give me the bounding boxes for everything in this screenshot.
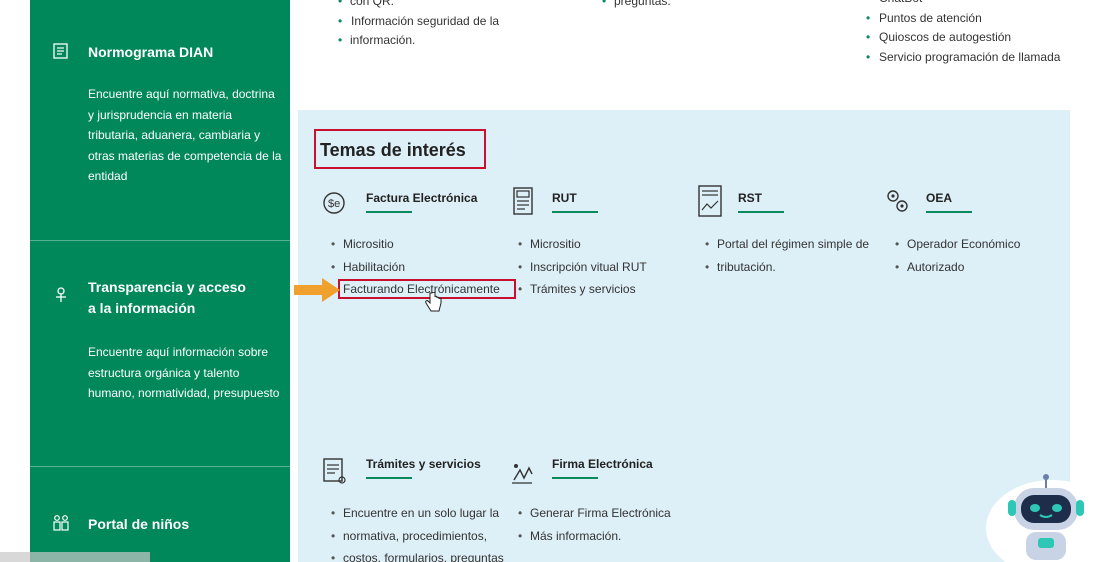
sidebar-divider	[30, 466, 290, 467]
arrow-pointer-icon	[294, 278, 340, 302]
rut-document-icon	[513, 187, 533, 215]
top-list-middle: preguntas.	[602, 0, 671, 12]
topic-underline	[552, 211, 598, 213]
list-item[interactable]: Más información.	[517, 525, 671, 548]
list-item[interactable]: con QR.	[338, 0, 499, 12]
transparencia-title-line1: Transparencia y acceso	[88, 279, 246, 295]
list-item[interactable]: Servicio programación de llamada	[866, 48, 1060, 68]
list-item[interactable]: Generar Firma Electrónica	[517, 502, 671, 525]
list-item[interactable]: Información seguridad de la	[338, 12, 499, 32]
list-item[interactable]: Micrositio	[330, 233, 500, 256]
topic-underline	[926, 211, 972, 213]
list-item[interactable]: Portal del régimen simple de	[704, 233, 869, 256]
topic-underline	[738, 211, 784, 213]
list-item[interactable]: Habilitación	[330, 256, 500, 279]
topic-title[interactable]: Trámites y servicios	[366, 457, 481, 471]
topic-title[interactable]: RST	[738, 191, 762, 205]
list-item[interactable]: Trámites y servicios	[517, 278, 647, 301]
top-list-right: ChatBot Puntos de atención Quioscos de a…	[866, 0, 1060, 67]
sidebar-item-normograma[interactable]: Normograma DIAN	[88, 42, 213, 63]
sidebar-divider	[30, 240, 290, 241]
list-item: costos, formularios, preguntas	[330, 547, 504, 562]
top-list-left: con QR. Información seguridad de la info…	[338, 0, 499, 51]
list-item[interactable]: Inscripción vitual RUT	[517, 256, 647, 279]
sidebar: Normograma DIAN Encuentre aquí normativa…	[30, 0, 290, 562]
svg-text:$e: $e	[328, 198, 340, 210]
sidebar-item-portal-ninos[interactable]: Portal de niños	[88, 514, 189, 535]
invoice-e-icon: $e	[323, 192, 345, 214]
list-item: Autorizado	[894, 256, 1020, 279]
normograma-description: Encuentre aquí normativa, doctrina y jur…	[88, 87, 282, 183]
topic-title[interactable]: OEA	[926, 191, 952, 205]
rst-list: Portal del régimen simple de tributación…	[704, 233, 869, 278]
children-icon	[53, 515, 69, 531]
list-item: normativa, procedimientos,	[330, 525, 504, 548]
topic-underline	[552, 477, 598, 479]
transparencia-description: Encuentre aquí información sobre estruct…	[88, 345, 280, 400]
topic-title[interactable]: RUT	[552, 191, 577, 205]
temas-de-interes-panel: Temas de interés $e Factura Electrónica …	[298, 110, 1070, 562]
list-item: tributación.	[704, 256, 869, 279]
list-item[interactable]: Puntos de atención	[866, 9, 1060, 29]
signature-icon	[512, 464, 533, 484]
transparencia-title-line2: a la información	[88, 300, 196, 316]
tramites-list: Encuentre en un solo lugar la normativa,…	[330, 502, 504, 562]
document-icon	[53, 43, 68, 59]
form-icon	[323, 458, 346, 484]
list-item[interactable]: Operador Económico	[894, 233, 1020, 256]
status-overlay	[0, 552, 150, 562]
list-item[interactable]: ChatBot	[866, 0, 1060, 9]
sidebar-item-transparencia[interactable]: Transparencia y acceso a la información	[88, 277, 246, 319]
list-item[interactable]: Micrositio	[517, 233, 647, 256]
chatbot-robot-icon[interactable]	[984, 468, 1120, 562]
oea-list: Operador Económico Autorizado	[894, 233, 1020, 278]
list-item[interactable]: Quioscos de autogestión	[866, 28, 1060, 48]
firma-list: Generar Firma Electrónica Más informació…	[517, 502, 671, 547]
list-item[interactable]: preguntas.	[602, 0, 671, 12]
gears-icon	[887, 190, 908, 212]
topic-underline	[366, 211, 412, 213]
list-item[interactable]: Encuentre en un solo lugar la	[330, 502, 504, 525]
hand-cursor-icon	[425, 292, 442, 312]
rut-list: Micrositio Inscripción vitual RUT Trámit…	[517, 233, 647, 301]
list-item: información.	[338, 31, 499, 51]
rst-chart-icon	[698, 185, 722, 217]
topic-underline	[366, 477, 412, 479]
topic-title[interactable]: Firma Electrónica	[552, 457, 653, 471]
topic-title[interactable]: Factura Electrónica	[366, 191, 477, 205]
person-tree-icon	[56, 287, 66, 302]
highlight-box-title	[314, 129, 486, 169]
